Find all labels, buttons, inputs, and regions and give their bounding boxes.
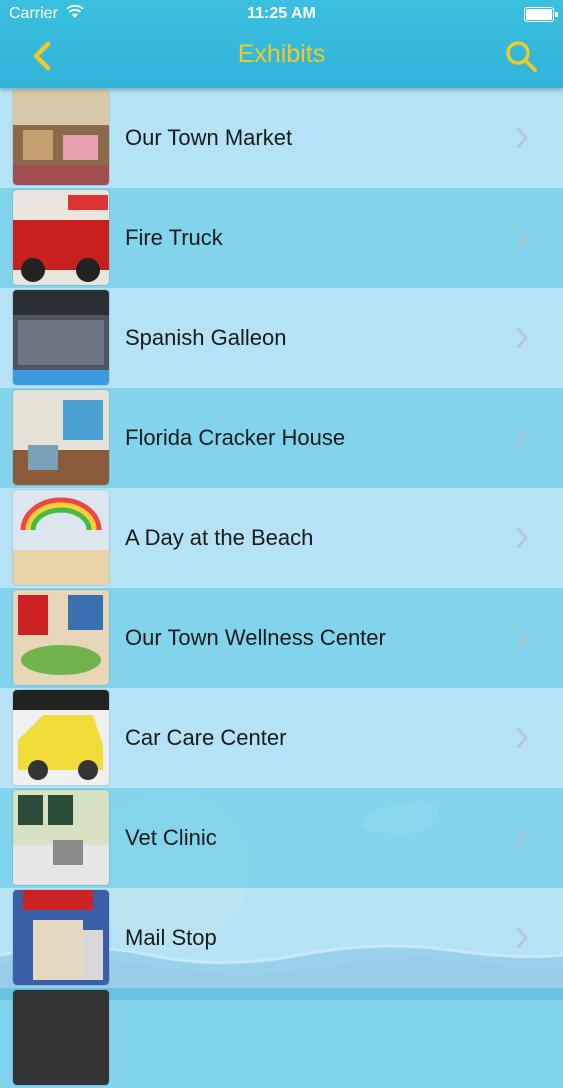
chevron-right-icon xyxy=(516,227,529,249)
chevron-right-icon xyxy=(516,527,529,549)
list-item[interactable]: Our Town Market xyxy=(0,88,563,188)
exhibit-name: A Day at the Beach xyxy=(125,525,314,550)
list-item[interactable]: Fire Truck xyxy=(0,188,563,288)
exhibit-thumbnail xyxy=(13,190,109,285)
exhibit-thumbnail xyxy=(13,90,109,185)
page-title: Exhibits xyxy=(237,40,326,68)
exhibit-thumbnail xyxy=(13,990,109,1085)
search-icon xyxy=(506,41,537,72)
exhibit-thumbnail xyxy=(13,890,109,985)
status-bar: Carrier 11:25 AM xyxy=(0,0,563,30)
exhibit-thumbnail xyxy=(13,390,109,485)
top-bar: Carrier 11:25 AM Exhibits xyxy=(0,0,563,88)
list-item[interactable]: Florida Cracker House xyxy=(0,388,563,488)
list-item[interactable] xyxy=(0,988,563,1088)
exhibit-name: Our Town Market xyxy=(125,125,293,150)
chevron-right-icon xyxy=(516,727,529,749)
chevron-right-icon xyxy=(516,827,529,849)
chevron-right-icon xyxy=(516,427,529,449)
exhibit-list: Our Town Market Fire Truck Spanish Galle… xyxy=(0,88,563,1088)
exhibit-thumbnail xyxy=(13,290,109,385)
battery-icon xyxy=(524,7,558,22)
status-time: 11:25 AM xyxy=(247,5,316,22)
list-item[interactable]: Our Town Wellness Center xyxy=(0,588,563,688)
exhibit-name: Car Care Center xyxy=(125,725,287,750)
list-item[interactable]: Vet Clinic xyxy=(0,788,563,888)
exhibit-thumbnail xyxy=(13,690,109,785)
exhibit-name: Spanish Galleon xyxy=(125,325,287,350)
exhibit-name: Mail Stop xyxy=(125,925,217,950)
list-item[interactable]: Spanish Galleon xyxy=(0,288,563,388)
exhibit-name: Fire Truck xyxy=(125,225,223,250)
exhibit-name xyxy=(125,988,485,1088)
chevron-right-icon xyxy=(516,127,529,149)
exhibit-thumbnail xyxy=(13,790,109,885)
list-item[interactable]: Car Care Center xyxy=(0,688,563,788)
exhibit-thumbnail xyxy=(13,490,109,585)
search-button[interactable] xyxy=(503,38,539,74)
exhibit-name: Vet Clinic xyxy=(125,825,217,850)
exhibit-name: Our Town Wellness Center xyxy=(125,625,386,650)
chevron-right-icon xyxy=(516,927,529,949)
exhibit-thumbnail xyxy=(13,590,109,685)
chevron-right-icon xyxy=(516,327,529,349)
chevron-right-icon xyxy=(516,627,529,649)
list-item[interactable]: A Day at the Beach xyxy=(0,488,563,588)
exhibit-name: Florida Cracker House xyxy=(125,425,346,450)
list-item[interactable]: Mail Stop xyxy=(0,888,563,988)
